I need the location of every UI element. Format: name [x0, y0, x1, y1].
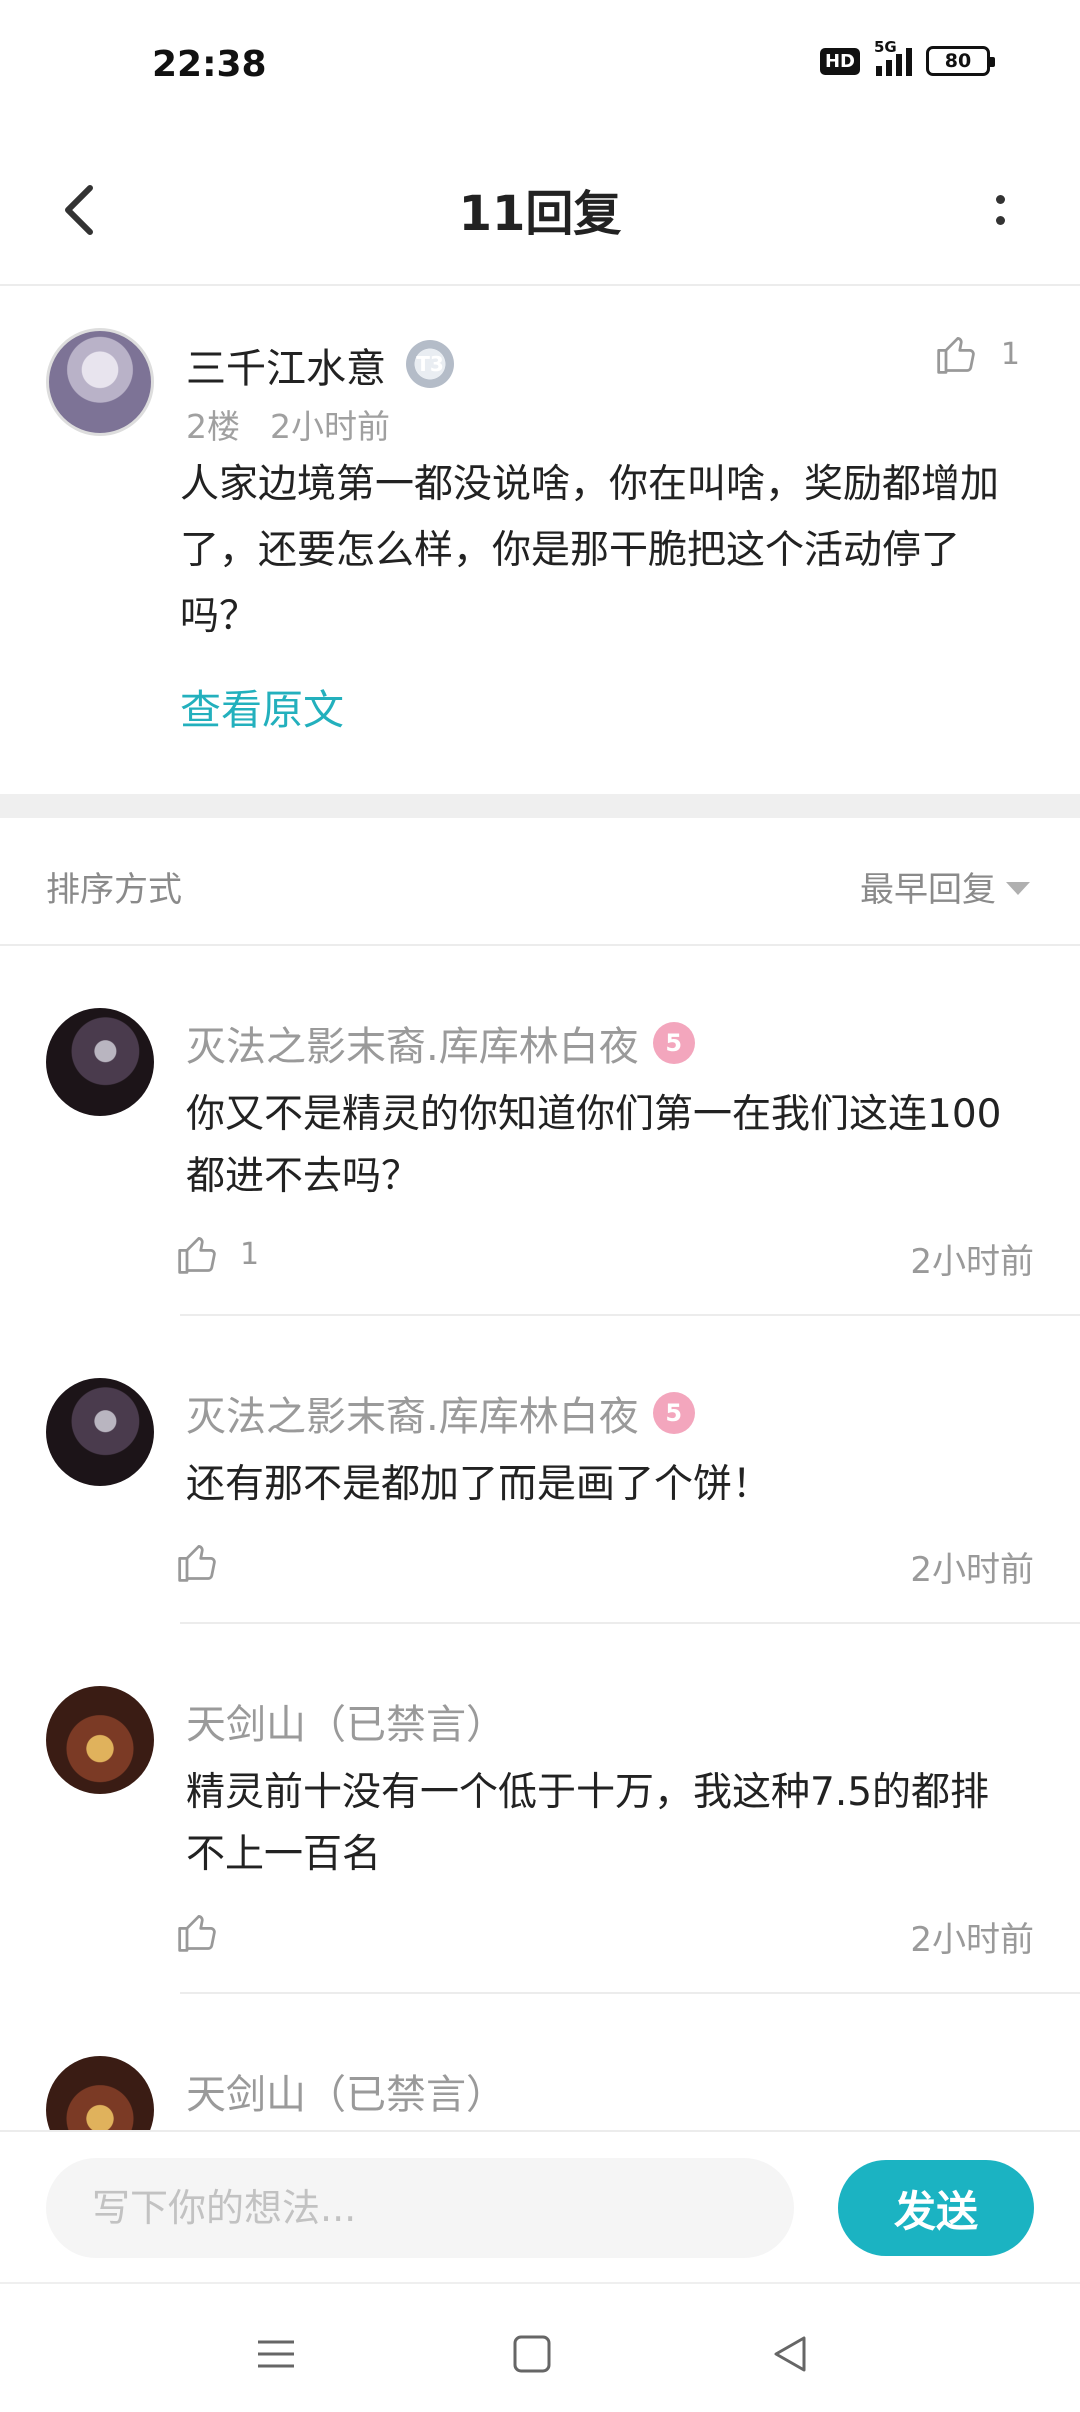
- reply-author[interactable]: 天剑山（已禁言）: [186, 1692, 506, 1750]
- sort-bar: 排序方式 最早回复: [0, 818, 1080, 946]
- reply-item: 天剑山（已禁言） 精灵前十没有一个低于十万，我这种7.5的都排不上一百名 2小时…: [0, 1626, 1080, 1996]
- divider: [180, 1314, 1080, 1316]
- like-button[interactable]: [176, 1540, 220, 1584]
- reply-time: 2小时前: [910, 1920, 1034, 1960]
- sort-label: 排序方式: [46, 870, 182, 910]
- reply-author-name: 天剑山（已禁言）: [186, 1702, 506, 1748]
- reply-author[interactable]: 灭法之影末裔.库库林白夜 5: [186, 1014, 695, 1072]
- like-count: 1: [1000, 336, 1020, 372]
- like-count: 1: [240, 1236, 260, 1272]
- status-bar: 22:38 HD 5G 80: [0, 0, 1080, 140]
- reply-content: 你又不是精灵的你知道你们第一在我们这连100都进不去吗？: [186, 1092, 1002, 1199]
- sort-dropdown[interactable]: 最早回复: [860, 862, 1030, 911]
- more-dot-icon: [995, 216, 1005, 225]
- sort-selected-value: 最早回复: [860, 870, 996, 910]
- page-header: 11回复: [0, 140, 1080, 286]
- more-options-button[interactable]: [960, 170, 1040, 250]
- post-time: 2小时前: [270, 407, 390, 446]
- avatar[interactable]: [46, 328, 154, 436]
- comment-input[interactable]: [46, 2158, 794, 2258]
- battery-icon: 80: [926, 46, 995, 76]
- signal-icon: 5G: [874, 38, 912, 76]
- hd-icon: HD: [819, 47, 860, 75]
- status-time: 22:38: [152, 44, 267, 85]
- level-badge-icon: T3: [406, 340, 454, 388]
- reply-author-name: 天剑山（已禁言）: [186, 2072, 506, 2118]
- system-nav-bar: [0, 2282, 1080, 2412]
- triangle-back-icon: [774, 2336, 806, 2372]
- menu-button[interactable]: [236, 2314, 316, 2394]
- page-title: 11回复: [458, 186, 622, 242]
- battery-level: 80: [944, 50, 972, 72]
- avatar[interactable]: [46, 1686, 154, 1794]
- view-original-link[interactable]: 查看原文: [180, 676, 344, 736]
- reply-item: 灭法之影末裔.库库林白夜 5 你又不是精灵的你知道你们第一在我们这连100都进不…: [0, 948, 1080, 1318]
- reply-item: 天剑山（已禁言）: [0, 1996, 1080, 2130]
- section-divider: [0, 794, 1080, 818]
- reply-time: 2小时前: [910, 1550, 1034, 1590]
- reply-time: 2小时前: [910, 1242, 1034, 1282]
- avatar[interactable]: [46, 1378, 154, 1486]
- reply-content: 还有那不是都加了而是画了个饼！: [186, 1462, 772, 1507]
- thumbs-up-icon: [178, 1237, 216, 1274]
- original-post: 三千江水意 T3 2楼 2小时前 1 人家边境第一都没说啥，你在叫啥，奖励都增加了…: [0, 288, 1080, 794]
- reply-author-name: 灭法之影末裔.库库林白夜: [186, 1024, 639, 1070]
- status-icons: HD 5G 80: [819, 38, 995, 76]
- floor-number: 2楼: [186, 407, 240, 446]
- level-badge-icon: 5: [652, 1022, 695, 1064]
- divider: [180, 1992, 1080, 1994]
- post-author-name[interactable]: 三千江水意: [186, 336, 386, 394]
- thumbs-up-icon: [178, 1915, 216, 1952]
- avatar[interactable]: [46, 2056, 154, 2130]
- reply-author-name: 灭法之影末裔.库库林白夜: [186, 1394, 639, 1440]
- send-button[interactable]: 发送: [838, 2160, 1034, 2256]
- post-meta: 2楼 2小时前: [186, 400, 390, 448]
- network-type-label: 5G: [874, 38, 897, 56]
- reply-author[interactable]: 天剑山（已禁言）: [186, 2062, 506, 2120]
- post-content: 人家边境第一都没说啥，你在叫啥，奖励都增加了，还要怎么样，你是那干脆把这个活动停…: [180, 462, 1000, 639]
- like-button[interactable]: 1: [935, 332, 1020, 376]
- comment-bar: 发送: [0, 2130, 1080, 2280]
- like-button[interactable]: [176, 1910, 220, 1954]
- avatar[interactable]: [46, 1008, 154, 1116]
- menu-icon: [258, 2340, 294, 2368]
- reply-item: 灭法之影末裔.库库林白夜 5 还有那不是都加了而是画了个饼！ 2小时前: [0, 1318, 1080, 1626]
- divider: [180, 1622, 1080, 1624]
- square-icon: [513, 2335, 551, 2373]
- reply-content: 精灵前十没有一个低于十万，我这种7.5的都排不上一百名: [186, 1770, 990, 1877]
- reply-author[interactable]: 灭法之影末裔.库库林白夜 5: [186, 1384, 695, 1442]
- level-badge-icon: 5: [652, 1392, 695, 1434]
- thumbs-up-icon: [178, 1545, 216, 1582]
- thumbs-up-icon: [937, 337, 975, 374]
- back-nav-button[interactable]: [750, 2314, 830, 2394]
- home-button[interactable]: [492, 2314, 572, 2394]
- more-dot-icon: [995, 195, 1005, 204]
- like-button[interactable]: 1: [176, 1232, 259, 1276]
- dropdown-arrow-icon: [1006, 882, 1030, 895]
